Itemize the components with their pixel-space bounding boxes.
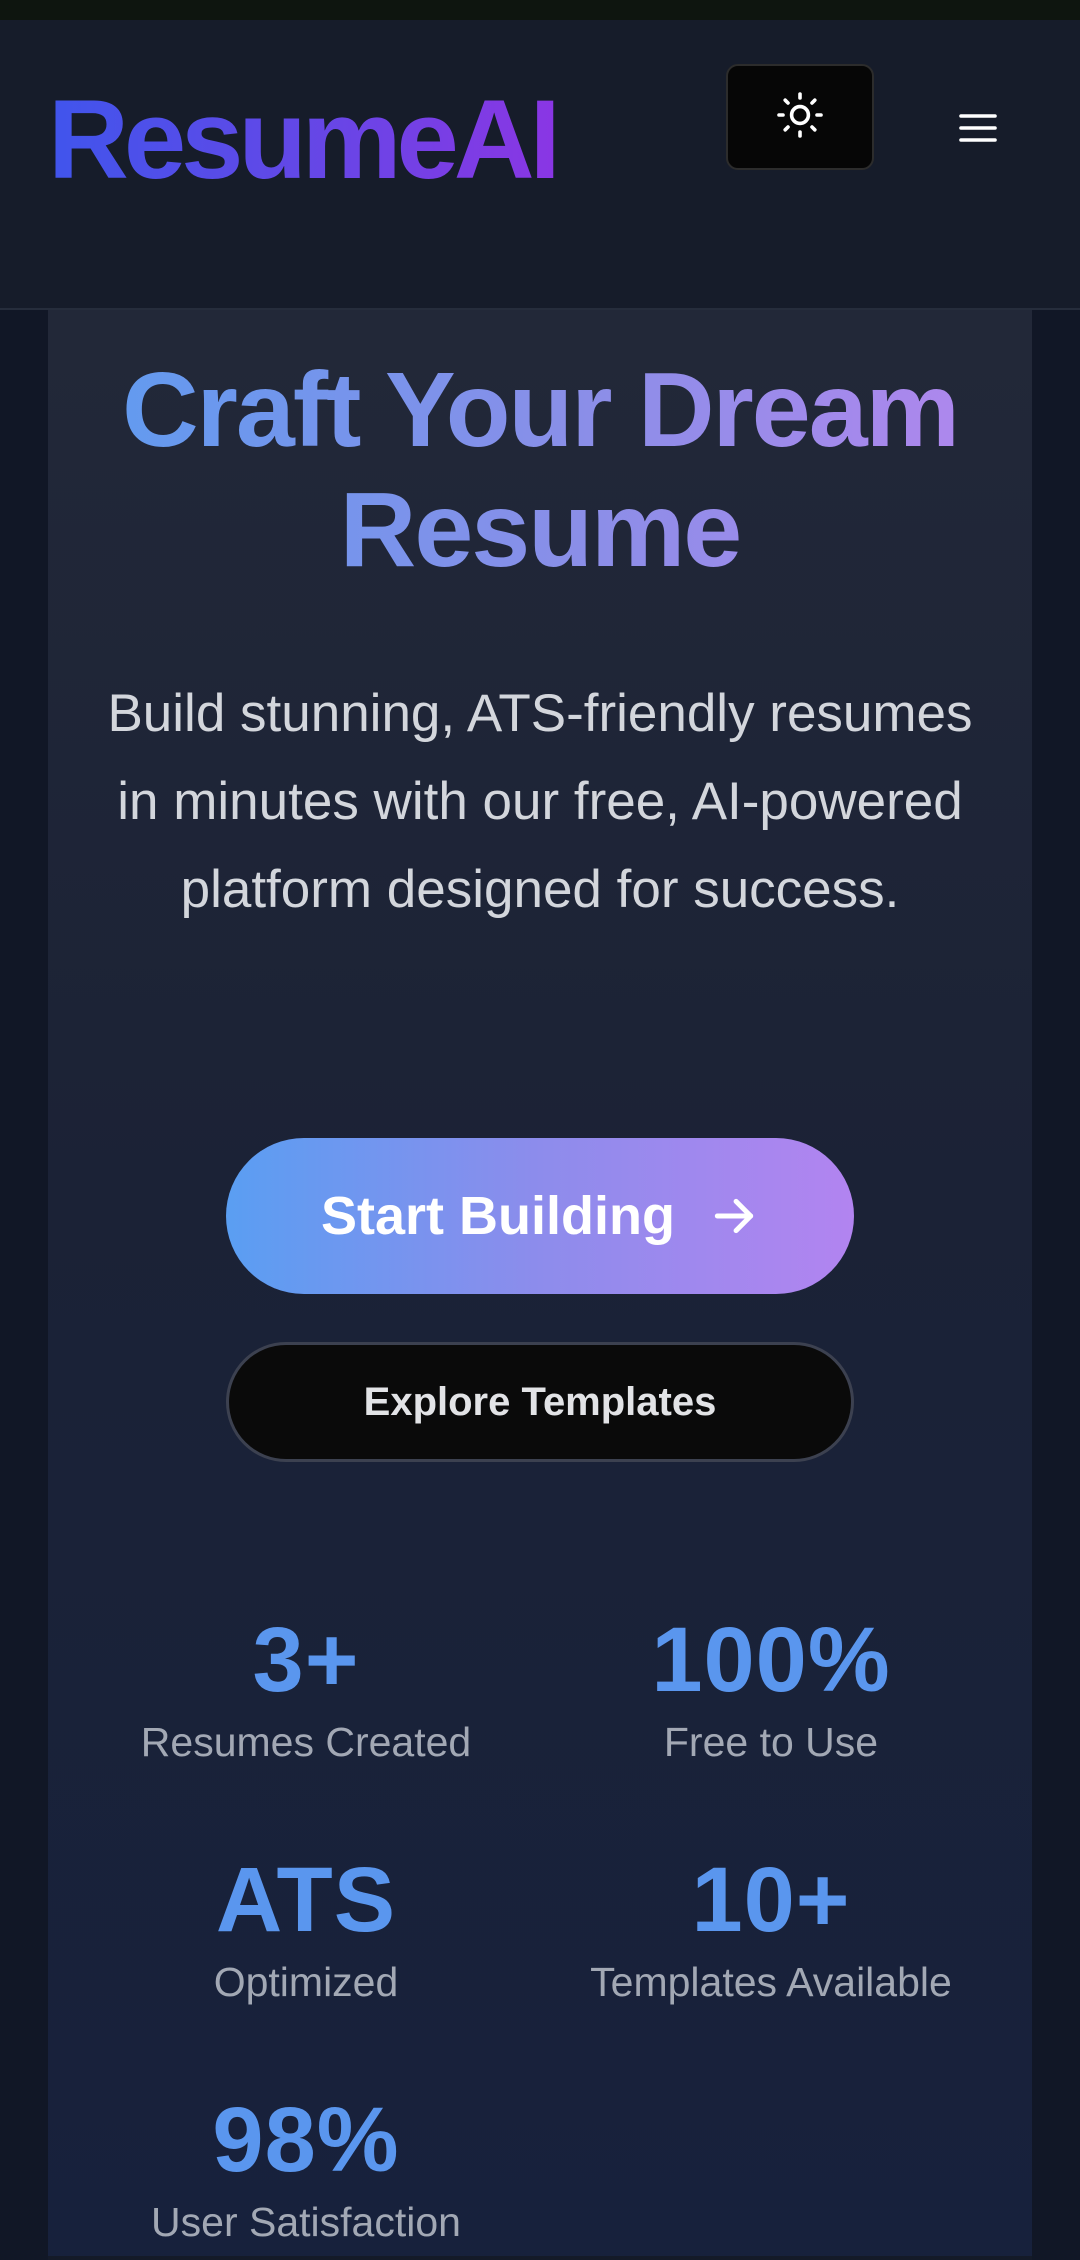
stat-templates-available: 10+ Templates Available: [541, 1850, 1001, 2008]
hamburger-menu-icon: [958, 111, 998, 150]
arrow-right-icon: [709, 1191, 759, 1241]
stat-free-to-use: 100% Free to Use: [541, 1610, 1001, 1768]
stat-label: Free to Use: [663, 1719, 879, 1765]
stat-resumes-created: 3+ Resumes Created: [76, 1610, 536, 1768]
start-building-label: Start Building: [321, 1186, 675, 1246]
hero-title-line2: Resume: [339, 471, 741, 589]
page-gutter-left: [0, 310, 48, 2260]
sun-icon: [776, 91, 824, 144]
hero-section: Craft Your Dream Resume Build stunning, …: [48, 310, 1032, 2256]
stat-value: 98%: [212, 2089, 400, 2191]
stat-value: 10+: [691, 1849, 851, 1951]
top-navbar: ResumeAI: [0, 20, 1080, 310]
stat-label: Resumes Created: [140, 1719, 472, 1765]
hero-title-line1: Craft Your Dream: [122, 351, 958, 469]
menu-button[interactable]: [938, 90, 1018, 170]
status-bar: [0, 0, 1080, 20]
stat-label: User Satisfaction: [151, 2199, 461, 2245]
hero-subtitle: Build stunning, ATS-friendly resumes in …: [107, 684, 973, 919]
stat-value: ATS: [215, 1849, 397, 1951]
stat-value: 3+: [252, 1609, 360, 1711]
logo[interactable]: ResumeAI: [48, 60, 561, 220]
stat-label: Optimized: [213, 1959, 399, 2005]
stat-label: Templates Available: [590, 1959, 952, 2005]
page-gutter-right: [1032, 310, 1080, 2260]
explore-templates-button[interactable]: Explore Templates: [226, 1342, 854, 1462]
stat-user-satisfaction: 98% User Satisfaction: [76, 2090, 536, 2248]
explore-templates-label: Explore Templates: [363, 1379, 717, 1424]
stat-ats-optimized: ATS Optimized: [76, 1850, 536, 2008]
theme-toggle-button[interactable]: [726, 64, 874, 170]
stat-value: 100%: [651, 1609, 891, 1711]
hero-title: Craft Your Dream Resume: [48, 350, 1032, 590]
start-building-button[interactable]: Start Building: [226, 1138, 854, 1294]
